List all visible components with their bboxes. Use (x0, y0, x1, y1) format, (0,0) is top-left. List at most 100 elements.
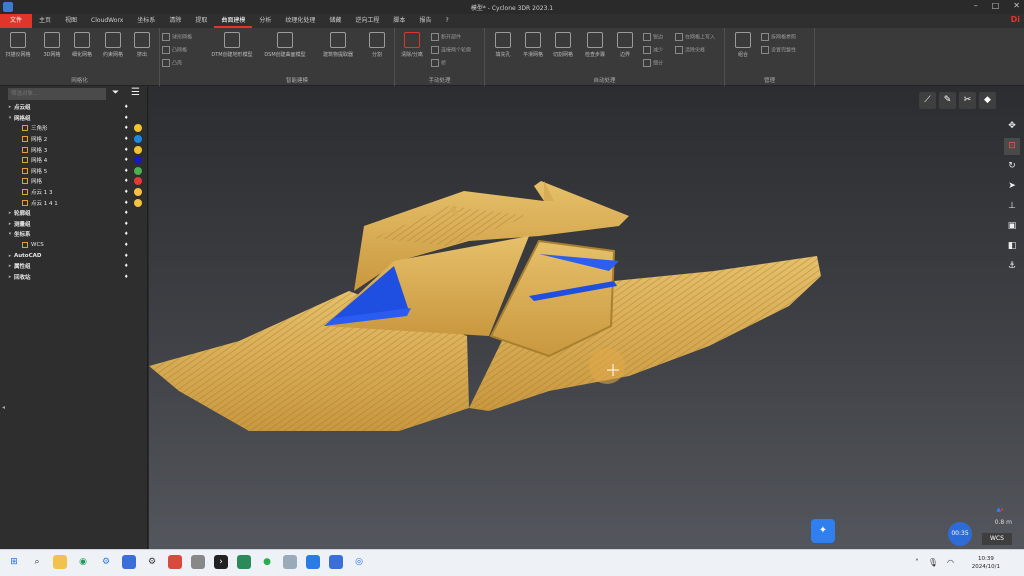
extrude-button[interactable]: 挤出 (128, 32, 156, 58)
set-integrity-button[interactable]: 设置完整性 (761, 46, 796, 54)
app-icon-6[interactable] (306, 555, 320, 569)
menu-item-2[interactable]: 视图 (58, 14, 84, 28)
app-icon-2[interactable] (168, 555, 182, 569)
maximize-icon[interactable]: □ (992, 1, 1000, 10)
combine-button[interactable]: 组合 (729, 32, 757, 58)
visibility-icon[interactable]: ♦ (124, 147, 128, 153)
network-icon[interactable]: ⚙ (145, 555, 159, 569)
search-icon[interactable]: ⌕ (30, 555, 44, 569)
pan-icon[interactable]: ✥ (1004, 118, 1020, 135)
expand-arrow-icon[interactable]: ▾ (6, 231, 14, 237)
menu-item-14[interactable]: ? (438, 14, 455, 28)
sharp-edge-button[interactable]: 锐边 (643, 33, 663, 41)
subdivide-button[interactable]: 细分 (643, 59, 663, 67)
color-swatch[interactable] (134, 124, 142, 133)
reduce-button[interactable]: 减少 (643, 46, 663, 54)
menu-item-13[interactable]: 报告 (412, 14, 438, 28)
tree-item[interactable]: 网格 4 ♦ (0, 155, 148, 166)
visibility-icon[interactable]: ♦ (124, 242, 128, 248)
mesh-reference-button[interactable]: 拆网格参照 (761, 33, 796, 41)
cube-icon[interactable]: ▣ (1004, 218, 1020, 235)
menu-item-9[interactable]: 纹理化处理 (278, 14, 322, 28)
clip-icon[interactable]: ◧ (1004, 238, 1020, 255)
disconnect-parts-button[interactable]: 断开部件 (431, 33, 461, 41)
visibility-icon[interactable]: ♦ (124, 115, 128, 121)
dtm-button[interactable]: DTM创建地形模型 (210, 32, 254, 58)
visibility-icon[interactable]: ♦ (124, 263, 128, 269)
refine-mesh-button[interactable]: 细化网格 (68, 32, 96, 58)
fill-holes-button[interactable]: 填充孔 (489, 32, 517, 58)
app-icon-1[interactable] (122, 555, 136, 569)
tree-group[interactable]: ▸ AutoCAD ♦ (0, 250, 148, 261)
visibility-icon[interactable]: ♦ (124, 104, 128, 110)
wand-icon[interactable]: ✎ (939, 92, 956, 109)
visibility-icon[interactable]: ♦ (124, 200, 128, 206)
segmentation-button[interactable]: 分割 (363, 32, 391, 58)
write-on-mesh-button[interactable]: 在网格上写入 (675, 33, 715, 41)
start-icon[interactable]: ⊞ (7, 555, 21, 569)
convex-mesh-button[interactable]: 凸网格 (162, 46, 187, 54)
erase-icon[interactable]: ✂ (959, 92, 976, 109)
clean-spikes-button[interactable]: 清除尖峰 (675, 46, 705, 54)
app-icon-5[interactable] (283, 555, 297, 569)
convex-hull-button[interactable]: 凸壳 (162, 59, 182, 67)
visibility-icon[interactable]: ♦ (124, 178, 128, 184)
visibility-icon[interactable]: ♦ (124, 231, 128, 237)
visibility-icon[interactable]: ♦ (124, 189, 128, 195)
visibility-icon[interactable]: ♦ (124, 210, 128, 216)
cut-mesh-button[interactable]: 切割网格 (549, 32, 577, 58)
expand-arrow-icon[interactable]: ▸ (6, 274, 14, 280)
wifi-icon[interactable]: ◠ (947, 558, 954, 567)
bridge-button[interactable]: 桥 (431, 59, 446, 67)
coordinate-system-select[interactable]: WCS (982, 533, 1012, 545)
ruler-icon[interactable]: ⟋ (919, 92, 936, 109)
clock[interactable]: 10:39 2024/10/1 (972, 555, 1000, 571)
tree-item[interactable]: 网格 2 ♦ (0, 134, 148, 145)
app-icon-4[interactable] (237, 555, 251, 569)
visibility-icon[interactable]: ♦ (124, 168, 128, 174)
tree-group[interactable]: ▸ 测量组 ♦ (0, 219, 148, 230)
menu-item-4[interactable]: 坐标系 (130, 14, 162, 28)
menu-item-7[interactable]: 曲面建模 (214, 14, 253, 28)
app-icon-3[interactable] (191, 555, 205, 569)
smooth-mesh-button[interactable]: 平滑网格 (519, 32, 547, 58)
menu-item-11[interactable]: 逆向工程 (348, 14, 386, 28)
tree-item[interactable]: 三角形 ♦ (0, 123, 148, 134)
tree-group[interactable]: ▸ 属性组 ♦ (0, 261, 148, 272)
visibility-icon[interactable]: ♦ (124, 157, 128, 163)
building-extractor-button[interactable]: 建筑物提取器 (318, 32, 358, 58)
expand-arrow-icon[interactable]: ▸ (6, 221, 14, 227)
menu-item-6[interactable]: 提取 (188, 14, 214, 28)
app-icon-7[interactable] (329, 555, 343, 569)
expand-arrow-icon[interactable]: ▸ (6, 104, 14, 110)
expand-arrow-icon[interactable]: ▾ (6, 115, 14, 121)
wechat-icon[interactable]: ● (260, 555, 274, 569)
tree-item[interactable]: 网格 5 ♦ (0, 166, 148, 177)
expand-arrow-icon[interactable]: ▸ (6, 253, 14, 259)
folder-icon[interactable] (53, 555, 67, 569)
color-swatch[interactable] (134, 177, 142, 186)
color-swatch[interactable] (134, 135, 142, 144)
terminal-icon[interactable]: › (214, 555, 228, 569)
tree-group[interactable]: ▾ 网格组 ♦ (0, 113, 148, 124)
anchor-icon[interactable]: ⚓ (1004, 258, 1020, 275)
collapse-panel-icon[interactable]: ◂ (2, 404, 5, 411)
menu-item-10[interactable]: 储藏 (322, 14, 348, 28)
close-icon[interactable]: ✕ (1013, 1, 1020, 10)
tree-group[interactable]: ▾ 坐标系 ♦ (0, 229, 148, 240)
color-swatch[interactable] (134, 188, 142, 197)
dsm-button[interactable]: DSM创建曲面模型 (262, 32, 308, 58)
color-swatch[interactable] (134, 145, 142, 154)
tree-item[interactable]: 网格 3 ♦ (0, 144, 148, 155)
menu-item-5[interactable]: 清除 (162, 14, 188, 28)
check-steps-button[interactable]: 检查步骤 (581, 32, 609, 58)
visibility-icon[interactable]: ♦ (124, 136, 128, 142)
menu-item-1[interactable]: 主页 (32, 14, 58, 28)
visibility-icon[interactable]: ♦ (124, 274, 128, 280)
scanner-mesh-button[interactable]: 扫描仪网格 (4, 32, 32, 58)
edge-icon[interactable]: ◉ (76, 555, 90, 569)
tree-group[interactable]: ▸ 回收站 ♦ (0, 272, 148, 283)
constrain-mesh-button[interactable]: 约束网格 (99, 32, 127, 58)
menu-icon[interactable]: ☰ (131, 87, 140, 98)
visibility-icon[interactable]: ♦ (124, 253, 128, 259)
